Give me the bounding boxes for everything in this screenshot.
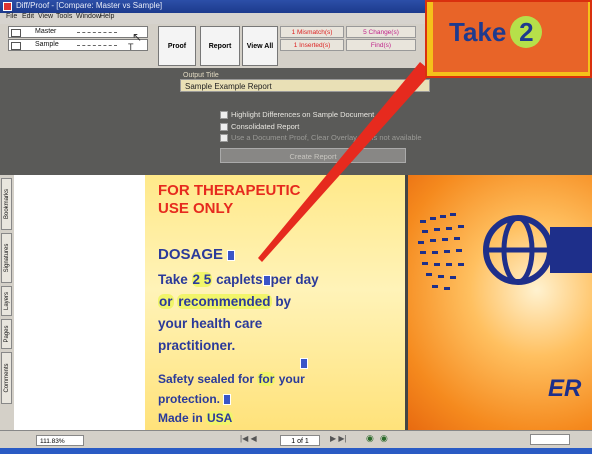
first-page-icon[interactable]: |◀ ◀	[240, 434, 257, 443]
forward-icon[interactable]: ◉	[380, 433, 388, 444]
callout-number: 2	[510, 16, 543, 48]
page-indicator[interactable]: 1 of 1	[280, 435, 320, 446]
taskbar	[0, 448, 592, 454]
next-page-icon[interactable]: ▶ ▶|	[330, 434, 347, 443]
zoom-field[interactable]: 111.83%	[36, 435, 84, 446]
back-icon[interactable]: ◉	[366, 433, 374, 444]
layout-field[interactable]	[530, 434, 570, 445]
callout-text: Take 2	[449, 16, 543, 48]
callout-box: Take 2	[425, 0, 592, 78]
app-window: Diff/Proof - [Compare: Master vs Sample]…	[0, 0, 592, 454]
